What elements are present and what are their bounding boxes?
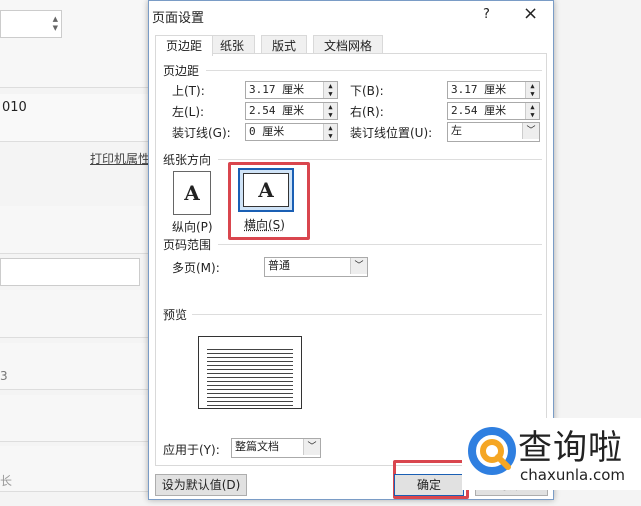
bottom-margin-input[interactable]: 3.17 厘米 ▲ ▼ [447,81,540,99]
landscape-icon[interactable]: A [238,168,294,212]
preview-section-label: 预览 [163,308,188,322]
left-label: 左(L): [172,105,205,119]
chevron-down-icon: ﹀ [350,258,367,274]
top-label: 上(T): [172,84,205,98]
preview-page [198,336,302,409]
chevron-down-icon: ﹀ [303,439,320,455]
spinner[interactable]: ▲ ▼ [323,103,337,119]
set-default-button[interactable]: 设为默认值(D) [155,474,247,496]
tab-layout[interactable]: 版式 [261,35,308,55]
portrait-label[interactable]: 纵向(P) [172,218,213,235]
pages-section-label: 页码范围 [163,238,212,252]
right-label: 右(R): [350,105,384,119]
bg-setting[interactable] [0,206,148,254]
left-margin-input[interactable]: 2.54 厘米 ▲ ▼ [245,102,338,120]
bg-setting[interactable] [0,395,148,442]
bg-spinner[interactable]: ▲ ▼ [0,10,62,38]
bg-setting[interactable] [0,290,148,338]
search-logo-icon [468,427,516,475]
gutter-label: 装订线(G): [172,126,231,140]
bottom-label: 下(B): [350,84,384,98]
spinner[interactable]: ▲ ▼ [323,124,337,140]
landscape-label[interactable]: 横向(S) [244,216,285,233]
spinner[interactable]: ▲ ▼ [525,82,539,98]
orientation-section-label: 纸张方向 [163,153,212,167]
apply-to-select[interactable]: 整篇文档 ﹀ [231,438,321,458]
tab-doc-grid[interactable]: 文档网格 [313,35,384,55]
gutter-input[interactable]: 0 厘米 ▲ ▼ [245,123,338,141]
gutter-position-select[interactable]: 左 ﹀ [447,122,540,142]
bg-input[interactable] [0,258,140,286]
tab-panel: 页边距 上(T): 3.17 厘米 ▲ ▼ 下(B): 3.17 厘米 ▲ ▼ 左(L)… [155,53,547,466]
tab-margins[interactable]: 页边距 [155,35,214,56]
spinner[interactable]: ▲ ▼ [525,103,539,119]
help-button[interactable]: ? [483,7,490,22]
close-button[interactable]: × [523,3,538,24]
spinner[interactable]: ▲ ▼ [323,82,337,98]
portrait-icon[interactable]: A [173,171,211,215]
bg-setting[interactable]: 长 [0,446,148,492]
multi-pages-label: 多页(M): [172,261,220,275]
apply-to-label: 应用于(Y): [163,443,220,457]
multi-pages-select[interactable]: 普通 ﹀ [264,257,368,277]
right-margin-input[interactable]: 2.54 厘米 ▲ ▼ [447,102,540,120]
top-margin-input[interactable]: 3.17 厘米 ▲ ▼ [245,81,338,99]
printer-properties-link[interactable]: 打印机属性 [90,150,148,167]
bg-panel: ▲ ▼ [0,0,148,88]
bg-printer[interactable]: 010 [0,94,148,142]
chevron-down-icon: ﹀ [522,123,539,139]
watermark-logo: 查询啦 chaxunla.com [462,418,641,490]
dialog-title: 页面设置 [152,11,205,26]
gutter-pos-label: 装订线位置(U): [350,126,433,140]
ok-button[interactable]: 确定 [394,474,464,496]
margins-section-label: 页边距 [163,64,200,78]
tab-paper[interactable]: 纸张 [209,35,256,55]
bg-setting[interactable]: 3 [0,343,148,390]
